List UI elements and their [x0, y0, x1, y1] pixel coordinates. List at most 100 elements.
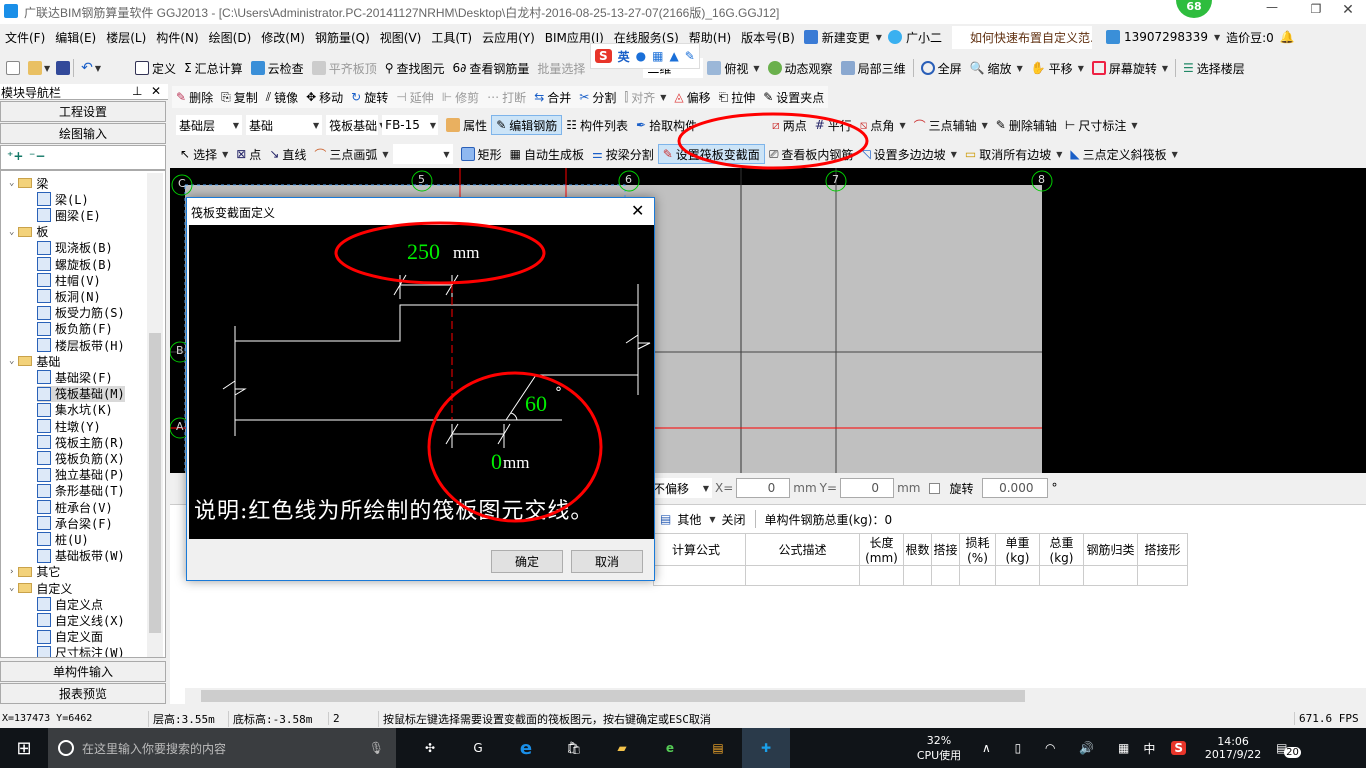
expand-all-icon[interactable]: ⁺+ [7, 149, 23, 163]
tree-folder[interactable]: ⌄ 自定义 [9, 580, 72, 596]
point-angle-button[interactable]: ⧅ 点角 ▼ [856, 115, 910, 135]
properties-button[interactable]: 属性 [442, 115, 491, 135]
open-icon[interactable] [28, 61, 42, 75]
auto-slab-button[interactable]: ▦ 自动生成板 [506, 144, 588, 164]
tree-item[interactable]: 桩承台(V) [37, 499, 113, 515]
h-scroll-thumb[interactable] [201, 690, 1025, 702]
keyboard-icon[interactable]: ▦ [652, 49, 663, 63]
shirt-icon[interactable]: ▲ [670, 49, 679, 63]
account-menu[interactable]: 13907298339 [1120, 30, 1212, 44]
view-rebar-button[interactable]: 6∂ 查看钢筋量 [449, 58, 534, 78]
col-total-weight[interactable]: 总重(kg) [1039, 533, 1084, 566]
new-file-icon[interactable] [6, 61, 20, 75]
offset-value[interactable]: 0 [491, 449, 502, 475]
rectangle-button[interactable]: 矩形 [457, 144, 506, 164]
fullscreen-button[interactable]: 全屏 [917, 58, 966, 78]
top-view-button[interactable]: 俯视 ▼ [703, 58, 763, 78]
rotate-button[interactable]: ↻ 旋转 [347, 87, 392, 107]
clock[interactable]: 14:06 2017/9/22 [1200, 735, 1266, 761]
cloud-check-button[interactable]: 云检查 [247, 58, 308, 78]
tree-item[interactable]: 板负筋(F) [37, 321, 113, 337]
nav-drawing-input[interactable]: 绘图输入 [0, 123, 166, 144]
select-floor-button[interactable]: ☰ 选择楼层 [1179, 58, 1249, 78]
col-description[interactable]: 公式描述 [745, 533, 860, 566]
delete-button[interactable]: ✎ 删除 [172, 87, 217, 107]
collapse-all-icon[interactable]: ⁻− [29, 149, 45, 163]
cancel-slopes-button[interactable]: ▭ 取消所有边坡 ▼ [961, 144, 1067, 164]
tree-item[interactable]: 现浇板(B) [37, 240, 113, 256]
col-lap-type[interactable]: 搭接形 [1137, 533, 1188, 566]
search-box[interactable]: 在这里输入你要搜索的内容 🎙 [48, 728, 396, 768]
shape-select[interactable]: ▼ [392, 144, 453, 164]
chevron-down-icon[interactable]: ⌄ [9, 227, 14, 237]
menu-view[interactable]: 视图(V) [375, 29, 427, 46]
tree-item[interactable]: 基础梁(F) [37, 369, 113, 385]
col-count[interactable]: 根数 [903, 533, 932, 566]
start-button[interactable]: ⊞ [0, 728, 48, 768]
category-select[interactable]: 基础 ▼ [246, 115, 323, 135]
nav-single-input[interactable]: 单构件输入 [0, 661, 166, 682]
menu-version[interactable]: 版本号(B) [736, 29, 800, 46]
score-badge[interactable]: 68 [1176, 0, 1212, 18]
menu-edit[interactable]: 编辑(E) [50, 29, 101, 46]
mirror-button[interactable]: ⫽ 镜像 [262, 87, 302, 107]
tree-folder[interactable]: › 其它 [9, 564, 60, 580]
y-input[interactable]: 0 [840, 478, 895, 498]
x-input[interactable]: 0 [736, 478, 791, 498]
tree-item[interactable]: 圈梁(E) [37, 207, 101, 223]
set-slope-button[interactable]: ◹ 设置多边边坡 ▼ [857, 144, 960, 164]
menu-new-change[interactable]: 新建变更 [818, 29, 874, 46]
minimize-button[interactable]: — [1252, 0, 1292, 22]
explorer-icon[interactable]: ▰ [598, 728, 646, 768]
tree-item[interactable]: 自定义线(X) [37, 612, 125, 628]
edit-rebar-button[interactable]: ✎ 编辑钢筋 [491, 115, 563, 135]
cancel-button[interactable]: 取消 [571, 550, 643, 573]
ok-button[interactable]: 确定 [491, 550, 563, 573]
parallel-axis-button[interactable]: # 平行 [811, 115, 856, 135]
line-button[interactable]: ↘ 直线 [265, 144, 310, 164]
pick-component-button[interactable]: ✒ 拾取构件 [632, 115, 768, 135]
mic-icon[interactable]: 🎙 [369, 741, 384, 755]
horizontal-scrollbar[interactable] [185, 688, 1366, 704]
menu-cloud[interactable]: 云应用(Y) [477, 29, 540, 46]
tree-item[interactable]: 自定义点 [37, 596, 103, 612]
move-button[interactable]: ✥ 移动 [302, 87, 347, 107]
tree-item[interactable]: 桩(U) [37, 531, 89, 547]
arc-button[interactable]: ⌒ 三点画弧 ▼ [310, 144, 392, 164]
notification-button[interactable]: ▤ 20 [1276, 741, 1306, 758]
chevron-down-icon[interactable]: ⌄ [9, 583, 14, 593]
break-button[interactable]: ⋯ 打断 [483, 87, 530, 107]
rotate-checkbox[interactable] [929, 482, 941, 494]
align-button[interactable]: ⫿ 对齐 ▼ [620, 87, 670, 107]
select-button[interactable]: ↖ 选择 ▼ [176, 144, 232, 164]
tree-item[interactable]: 独立基础(P) [37, 467, 125, 483]
rotate-input[interactable]: 0.000 [982, 478, 1049, 498]
tree-folder[interactable]: ⌄ 基础 [9, 353, 60, 369]
tree-item[interactable]: 楼层板带(H) [37, 337, 125, 353]
nav-report-preview[interactable]: 报表预览 [0, 683, 166, 704]
tree-item[interactable]: 筏板负筋(X) [37, 450, 125, 466]
ime-lang[interactable]: 中 [1143, 740, 1155, 757]
component-list-button[interactable]: ☷ 构件列表 [562, 115, 632, 135]
tree-item[interactable]: 柱墩(Y) [37, 418, 101, 434]
nav-close-icon[interactable]: ✕ [151, 84, 161, 98]
browser-icon[interactable]: e [646, 728, 694, 768]
tray-icons[interactable]: ∧ ▯ ◠ 🔊 ▦ [982, 741, 1139, 755]
tree-item[interactable]: 筏板主筋(R) [37, 434, 125, 450]
app-g-icon[interactable]: G [454, 728, 502, 768]
summary-button[interactable]: Σ 汇总计算 [180, 58, 247, 78]
close-button[interactable]: ✕ [1330, 2, 1366, 18]
scroll-thumb[interactable] [149, 333, 161, 633]
view-slab-rebar-button[interactable]: ⎚ 查看板内钢筋 [765, 144, 858, 164]
width-value[interactable]: 250 [407, 239, 440, 265]
tree-item[interactable]: 柱帽(V) [37, 272, 101, 288]
dimension-button[interactable]: ⊢ 尺寸标注 ▼ [1061, 115, 1142, 135]
split-by-beam-button[interactable]: ⚌ 按梁分割 [588, 144, 658, 164]
save-icon[interactable] [56, 61, 71, 75]
task-view-icon[interactable]: ✣ [406, 728, 454, 768]
local-3d-button[interactable]: 局部三维 [837, 58, 910, 78]
two-point-axis-button[interactable]: ⧄ 两点 [768, 115, 811, 135]
zoom-button[interactable]: 🔍 缩放 ▼ [966, 58, 1027, 78]
store-icon[interactable]: 🛍 [550, 728, 598, 768]
chevron-down-icon[interactable]: ⌄ [9, 356, 14, 366]
